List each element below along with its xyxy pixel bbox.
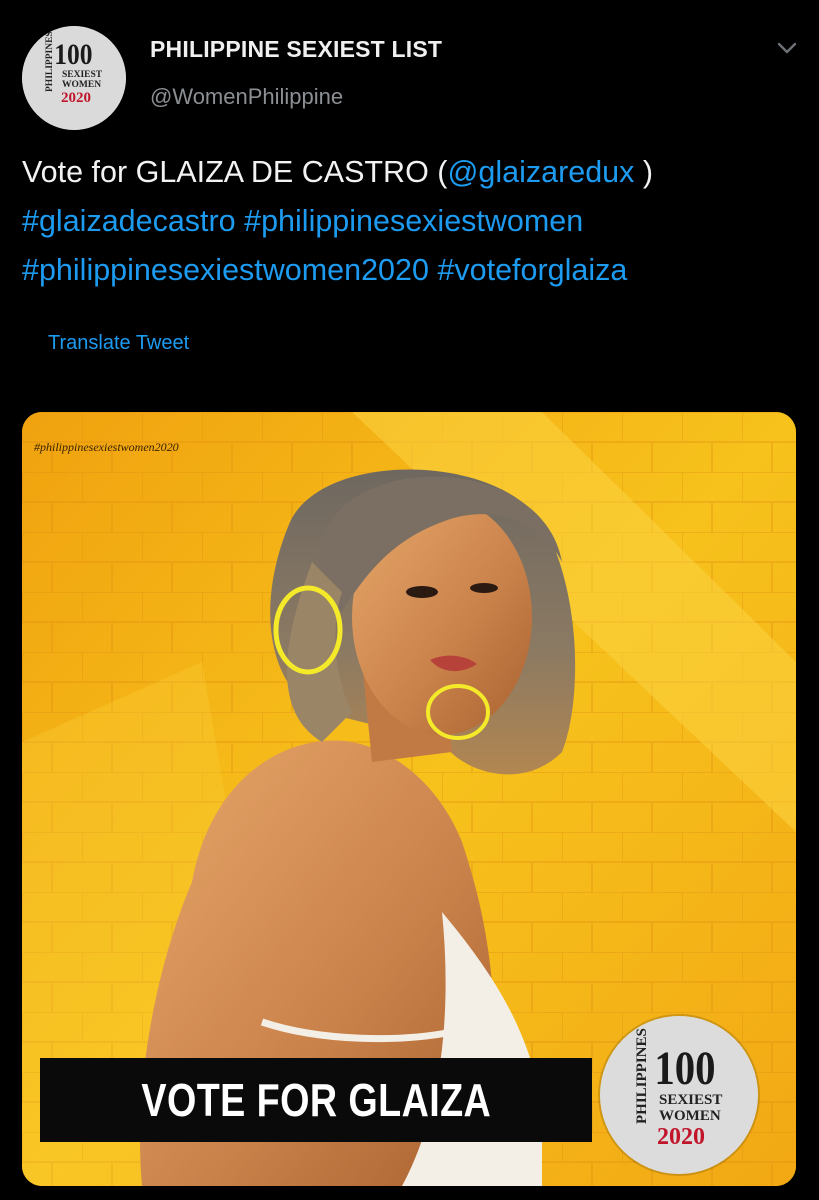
- chevron-down-icon: [777, 42, 797, 54]
- logo-line2: WOMEN: [659, 1108, 721, 1124]
- tweet-text: Vote for GLAIZA DE CASTRO (@glaizaredux …: [22, 148, 812, 295]
- logo-line1: SEXIEST: [659, 1092, 722, 1108]
- sexiest-list-logo: PHILIPPINES 100 SEXIEST WOMEN 2020: [600, 1016, 758, 1174]
- hashtag-link[interactable]: #philippinesexiestwomen2020: [22, 253, 429, 287]
- vote-banner: VOTE FOR GLAIZA: [40, 1058, 592, 1142]
- logo-line1: SEXIEST: [62, 70, 103, 80]
- logo-line2: WOMEN: [62, 80, 101, 90]
- account-display-name[interactable]: PHILIPPINE SEXIEST LIST: [150, 36, 442, 63]
- tweet-text-suffix: ): [634, 155, 654, 189]
- logo-number: 100: [654, 1041, 715, 1095]
- photo-hashtag: #philippinesexiestwomen2020: [34, 440, 179, 454]
- hashtag-link[interactable]: #voteforglaiza: [437, 253, 627, 287]
- logo-year: 2020: [61, 90, 91, 106]
- hashtag-link[interactable]: #philippinesexiestwomen: [244, 204, 583, 238]
- tweet-menu-button[interactable]: [772, 34, 802, 62]
- logo-number: 100: [54, 38, 92, 71]
- account-handle[interactable]: @WomenPhilippine: [150, 84, 343, 110]
- profile-avatar[interactable]: PHILIPPINES 100 SEXIEST WOMEN 2020: [22, 26, 126, 130]
- logo-year: 2020: [657, 1124, 705, 1150]
- translate-tweet-link[interactable]: Translate Tweet: [48, 332, 189, 355]
- hashtag-link[interactable]: #glaizadecastro: [22, 204, 236, 238]
- photo-logo-badge: PHILIPPINES 100 SEXIEST WOMEN 2020: [600, 1016, 758, 1174]
- mention-link[interactable]: @glaizaredux: [447, 155, 634, 189]
- sexiest-list-logo: PHILIPPINES 100 SEXIEST WOMEN 2020: [22, 26, 126, 130]
- tweet-photo[interactable]: #philippinesexiestwomen2020 VOTE FOR GLA…: [22, 412, 796, 1186]
- logo-side-text: PHILIPPINES: [634, 1028, 650, 1124]
- tweet-text-prefix: Vote for GLAIZA DE CASTRO (: [22, 155, 448, 189]
- vote-banner-text: VOTE FOR GLAIZA: [141, 1074, 491, 1126]
